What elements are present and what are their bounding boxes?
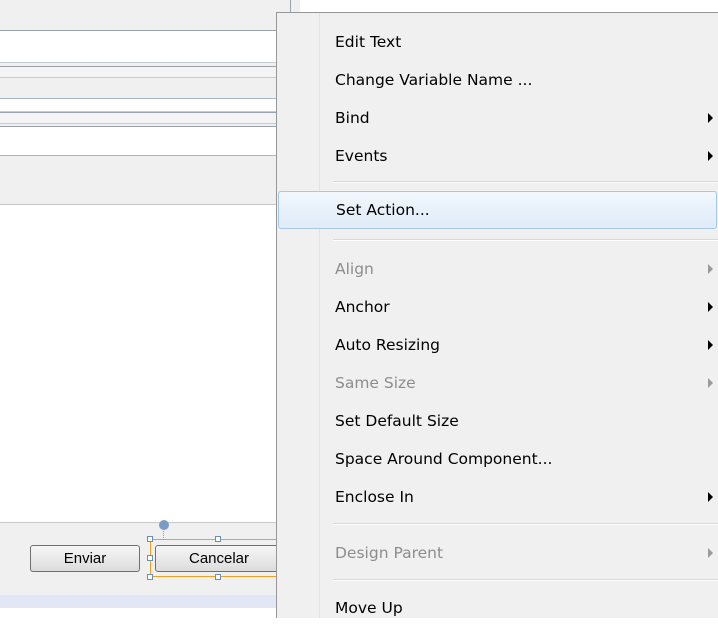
- submenu-arrow-icon: [708, 492, 713, 502]
- submenu-arrow-icon: [708, 378, 713, 388]
- selection-outline: [150, 539, 290, 577]
- menu-item-label: Enclose In: [335, 488, 414, 506]
- menu-item-set-action[interactable]: Set Action...: [278, 191, 717, 229]
- menu-separator: [333, 239, 718, 241]
- submenu-arrow-icon: [708, 151, 713, 161]
- enviar-button[interactable]: Enviar: [30, 545, 140, 572]
- menu-item-label: Align: [335, 260, 374, 278]
- menu-item-edit-text[interactable]: Edit Text: [277, 23, 718, 61]
- text-field-2[interactable]: [0, 66, 290, 78]
- menu-item-change-variable-name[interactable]: Change Variable Name ...: [277, 61, 718, 99]
- anchor-line: [163, 528, 165, 540]
- context-menu: Edit Text Change Variable Name ... Bind …: [276, 12, 718, 618]
- menu-item-label: Space Around Component...: [335, 450, 553, 468]
- menu-item-label: Events: [335, 147, 388, 165]
- menu-item-label: Change Variable Name ...: [335, 71, 533, 89]
- resize-handle-sw[interactable]: [147, 574, 153, 580]
- menu-item-label: Auto Resizing: [335, 336, 441, 354]
- menu-item-label: Set Default Size: [335, 412, 459, 430]
- submenu-arrow-icon: [708, 548, 713, 558]
- text-field-1[interactable]: [0, 30, 290, 63]
- menu-item-bind[interactable]: Bind: [277, 99, 718, 137]
- submenu-arrow-icon: [708, 264, 713, 274]
- bottom-strip: [0, 595, 300, 608]
- menu-separator: [333, 523, 718, 525]
- resize-handle-s[interactable]: [215, 574, 221, 580]
- menu-item-anchor[interactable]: Anchor: [277, 288, 718, 326]
- menu-item-label: Edit Text: [335, 33, 402, 51]
- submenu-arrow-icon: [708, 340, 713, 350]
- menu-item-label: Set Action...: [336, 201, 430, 219]
- resize-handle-n[interactable]: [215, 536, 221, 542]
- menu-item-same-size: Same Size: [277, 364, 718, 402]
- panel-divider: [0, 204, 300, 205]
- menu-item-align: Align: [277, 250, 718, 288]
- text-field-3[interactable]: [0, 98, 290, 112]
- text-area[interactable]: [0, 126, 290, 156]
- menu-item-auto-resizing[interactable]: Auto Resizing: [277, 326, 718, 364]
- submenu-arrow-icon: [708, 302, 713, 312]
- menu-item-label: Bind: [335, 109, 370, 127]
- resize-handle-nw[interactable]: [147, 536, 153, 542]
- submenu-arrow-icon: [708, 113, 713, 123]
- text-field-4[interactable]: [0, 112, 290, 124]
- menu-item-space-around-component[interactable]: Space Around Component...: [277, 440, 718, 478]
- menu-item-design-parent: Design Parent: [277, 534, 718, 572]
- form-panel-top: [0, 0, 300, 205]
- menu-item-enclose-in[interactable]: Enclose In: [277, 478, 718, 516]
- menu-item-label: Move Up: [335, 599, 403, 617]
- resize-handle-w[interactable]: [147, 555, 153, 561]
- menu-item-set-default-size[interactable]: Set Default Size: [277, 402, 718, 440]
- menu-item-move-up[interactable]: Move Up: [277, 589, 718, 627]
- menu-item-events[interactable]: Events: [277, 137, 718, 175]
- menu-item-label: Design Parent: [335, 544, 444, 562]
- menu-item-label: Same Size: [335, 374, 416, 392]
- menu-separator: [333, 579, 718, 581]
- menu-item-label: Anchor: [335, 298, 390, 316]
- menu-separator: [333, 181, 718, 183]
